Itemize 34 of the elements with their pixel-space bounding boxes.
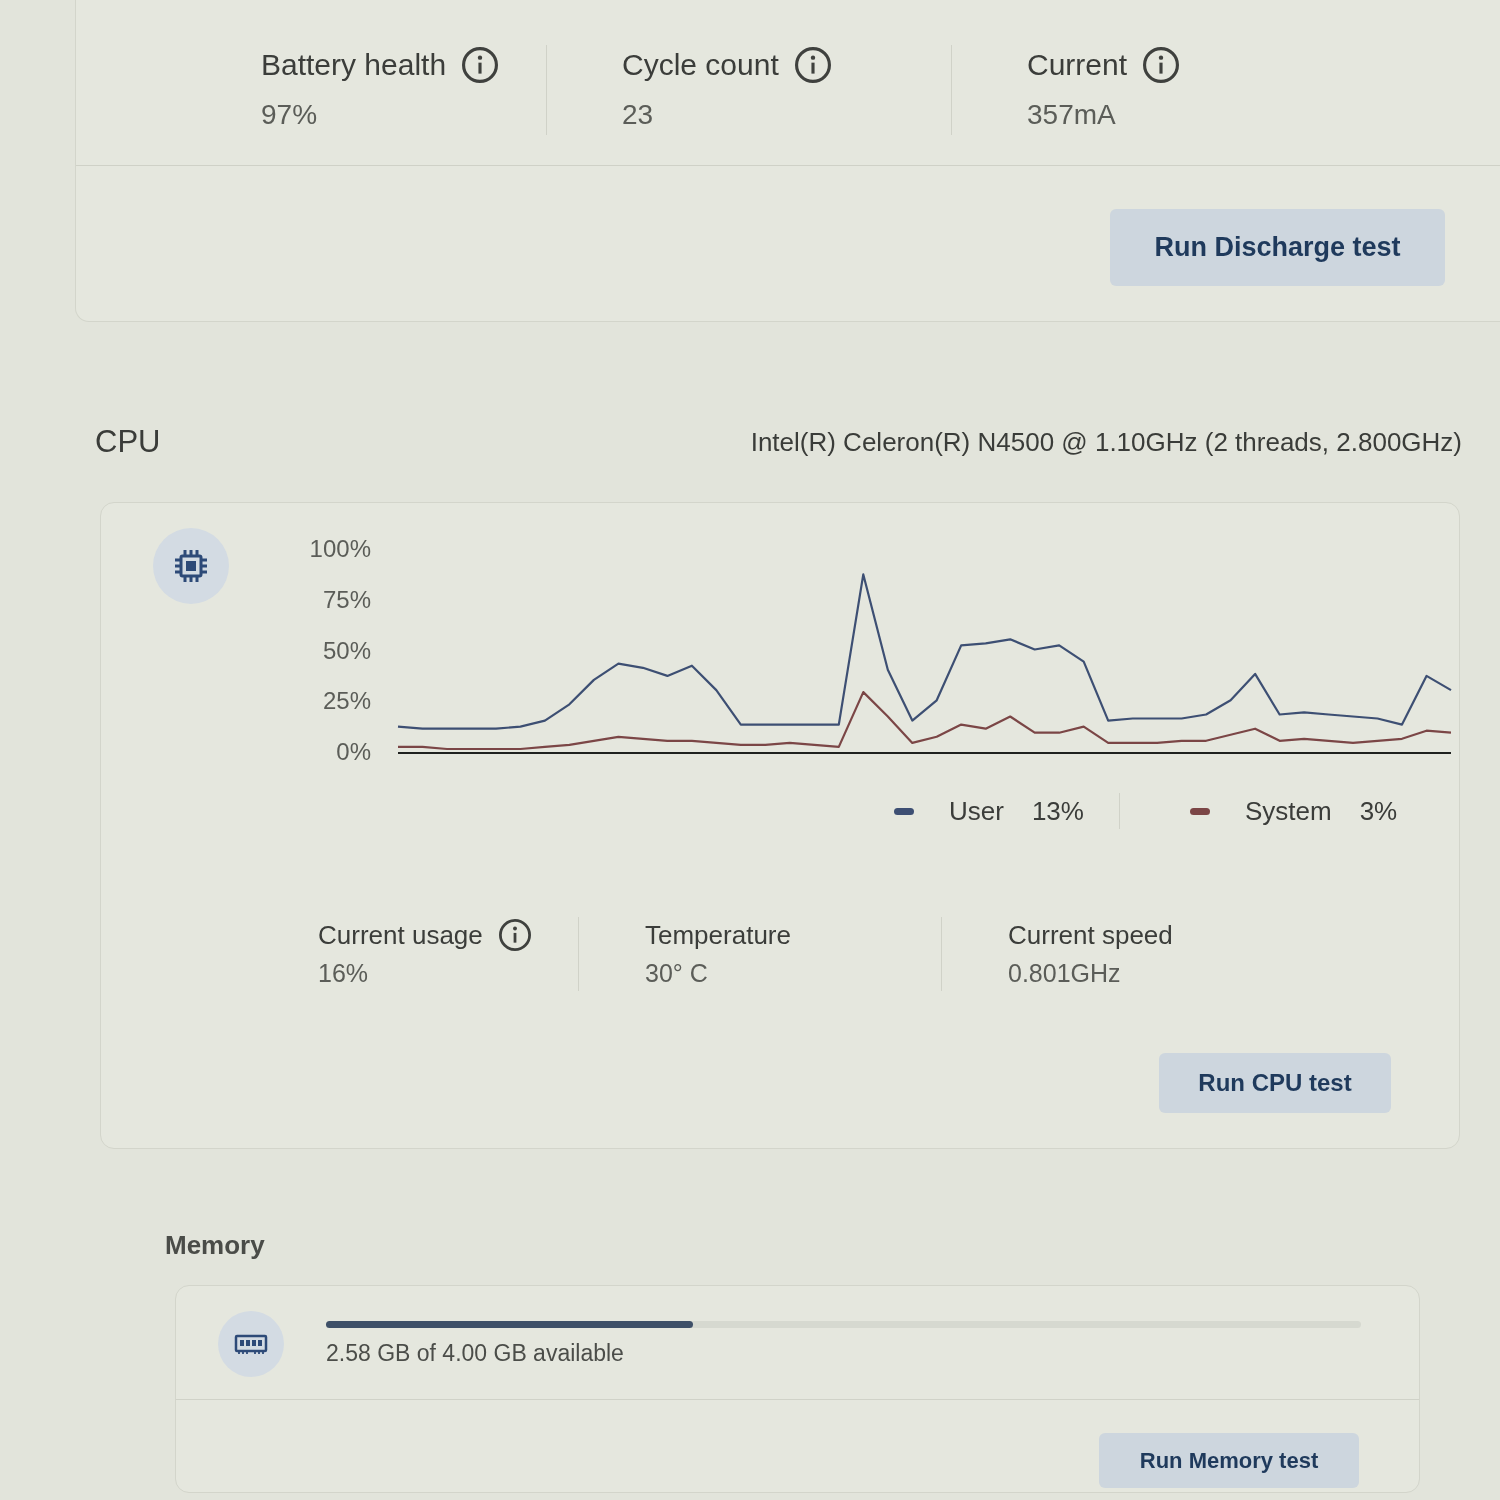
stat-value: 0.801GHz — [1008, 958, 1122, 989]
stat-value: 30° C — [645, 958, 709, 989]
cpu-model-text: Intel(R) Celeron(R) N4500 @ 1.10GHz (2 threads, 2.800GHz) — [750, 426, 1462, 458]
stat-label: Current speed — [1008, 919, 1173, 951]
stat-label: Temperature — [645, 919, 791, 951]
stat-label: Current — [1027, 48, 1128, 82]
legend-label: System — [1244, 795, 1332, 828]
legend-label: User — [949, 795, 1004, 828]
legend-value: 3% — [1359, 795, 1398, 828]
y-tick-label: 25% — [322, 687, 371, 715]
stat-value: 16% — [318, 958, 370, 989]
stat-value: 357mA — [1027, 98, 1117, 132]
info-icon[interactable] — [462, 47, 499, 83]
y-tick-label: 0% — [336, 738, 371, 763]
chip-icon — [153, 528, 229, 604]
section-title: CPU — [95, 424, 161, 460]
memory-module-icon — [218, 1311, 284, 1377]
section-title: Memory — [165, 1229, 265, 1261]
stat-label: Current usage — [318, 919, 483, 951]
stat-value: 97% — [261, 98, 319, 132]
y-tick-label: 50% — [322, 636, 371, 664]
info-icon[interactable] — [498, 919, 531, 951]
stat-label: Cycle count — [622, 48, 779, 82]
legend-value: 13% — [1031, 795, 1084, 828]
stat-label: Battery health — [261, 48, 447, 82]
info-icon[interactable] — [794, 47, 831, 83]
y-tick-label: 100% — [309, 535, 371, 562]
run-discharge-test-button[interactable]: Run Discharge test — [1110, 209, 1445, 286]
run-memory-test-button[interactable]: Run Memory test — [1099, 1433, 1359, 1488]
y-tick-label: 75% — [322, 585, 371, 613]
run-cpu-test-button[interactable]: Run CPU test — [1159, 1053, 1391, 1113]
stat-value: 23 — [622, 98, 655, 132]
memory-available-text: 2.58 GB of 4.00 GB available — [326, 1339, 625, 1367]
info-icon[interactable] — [1143, 47, 1180, 83]
